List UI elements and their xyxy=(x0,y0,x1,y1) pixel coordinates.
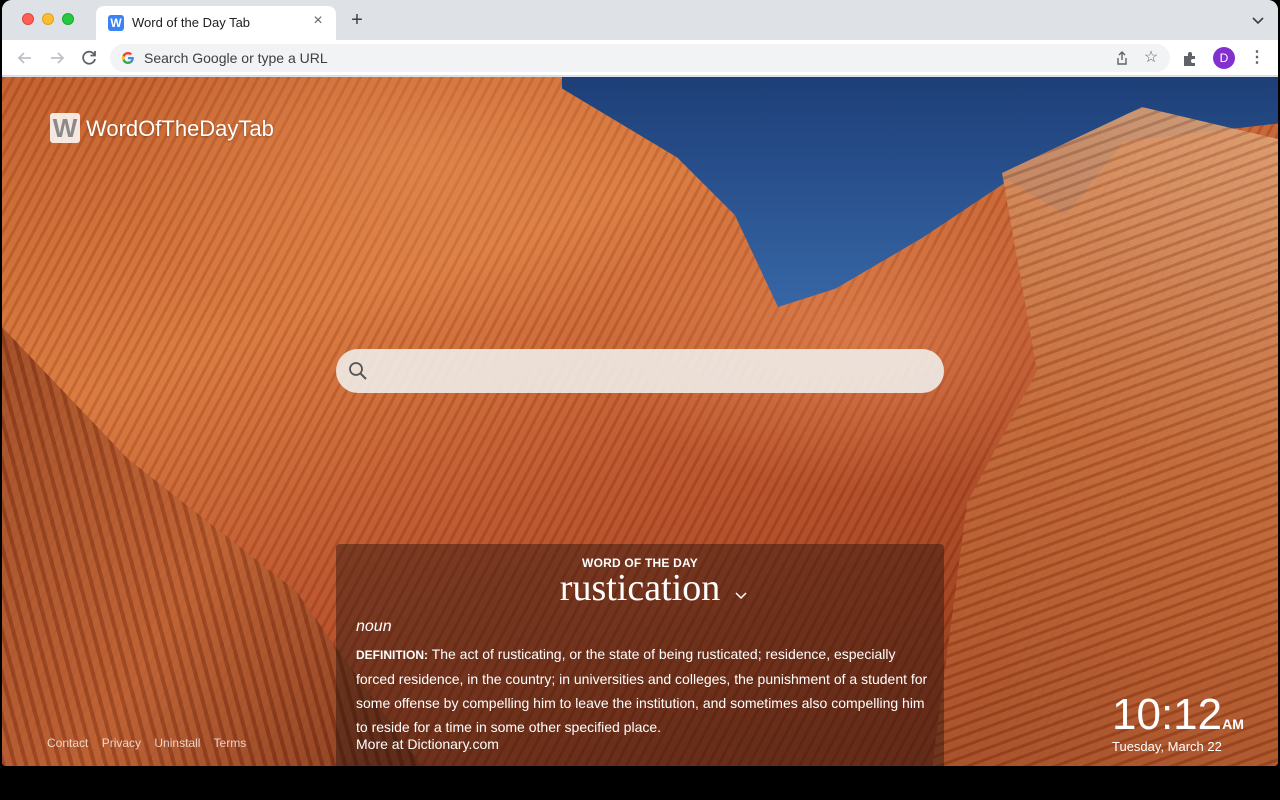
bookmark-star-icon[interactable]: ☆ xyxy=(1142,49,1160,67)
footer-link-contact[interactable]: Contact xyxy=(47,736,88,750)
clock-date: Tuesday, March 22 xyxy=(1112,739,1222,754)
forward-arrow-icon[interactable] xyxy=(46,47,68,69)
search-box[interactable] xyxy=(336,349,944,393)
search-icon xyxy=(349,362,367,380)
close-window-button[interactable] xyxy=(22,13,34,25)
search-input[interactable] xyxy=(380,357,920,385)
wotd-logo-icon: W xyxy=(50,113,80,143)
background-rock-right xyxy=(932,107,1278,766)
clock-ampm: AM xyxy=(1222,716,1244,732)
wotd-word: rustication xyxy=(559,567,721,609)
footer-link-uninstall[interactable]: Uninstall xyxy=(154,736,200,750)
new-tab-button[interactable]: + xyxy=(347,10,367,30)
new-tab-page: W WordOfTheDayTab WORD OF THE DAY rustic… xyxy=(2,77,1278,766)
minimize-window-button[interactable] xyxy=(42,13,54,25)
tab-search-chevron-icon[interactable] xyxy=(1250,12,1266,28)
wotd-definition-text: The act of rusticating, or the state of … xyxy=(356,646,928,735)
chevron-down-icon[interactable] xyxy=(734,588,748,602)
google-g-icon xyxy=(122,52,134,64)
browser-toolbar: Search Google or type a URL ☆ D ⋮ xyxy=(2,40,1278,76)
wotd-definition: DEFINITION: The act of rusticating, or t… xyxy=(356,642,928,739)
tab-close-icon[interactable]: × xyxy=(310,13,326,29)
browser-window: W Word of the Day Tab × + Search Google … xyxy=(2,0,1278,766)
reload-icon[interactable] xyxy=(78,47,100,69)
word-of-the-day-panel: WORD OF THE DAY rustication noun DEFINIT… xyxy=(336,544,944,766)
tab-strip: W Word of the Day Tab × + xyxy=(2,0,1278,40)
footer-link-privacy[interactable]: Privacy xyxy=(102,736,141,750)
clock-time: 10:12 xyxy=(1112,690,1223,739)
wotd-more-link[interactable]: More at Dictionary.com xyxy=(356,736,499,752)
brand-name: WordOfTheDayTab xyxy=(86,116,274,141)
tab-favicon-icon: W xyxy=(108,15,124,31)
tab-title: Word of the Day Tab xyxy=(132,15,251,30)
footer-link-terms[interactable]: Terms xyxy=(214,736,247,750)
share-icon[interactable] xyxy=(1114,50,1130,66)
wotd-part-of-speech: noun xyxy=(356,618,392,635)
extensions-puzzle-icon[interactable] xyxy=(1181,50,1199,68)
footer-links: Contact Privacy Uninstall Terms xyxy=(47,736,256,750)
profile-avatar[interactable]: D xyxy=(1213,47,1235,69)
back-arrow-icon[interactable] xyxy=(14,47,36,69)
omnibox-placeholder: Search Google or type a URL xyxy=(144,50,328,66)
omnibox[interactable]: Search Google or type a URL ☆ xyxy=(110,44,1170,72)
clock-widget: 10:12AM Tuesday, March 22 xyxy=(1112,690,1244,755)
tab-word-of-the-day[interactable]: W Word of the Day Tab × xyxy=(96,6,336,40)
browser-menu-icon[interactable]: ⋮ xyxy=(1248,49,1266,67)
maximize-window-button[interactable] xyxy=(62,13,74,25)
wotd-definition-label: DEFINITION: xyxy=(356,648,428,662)
